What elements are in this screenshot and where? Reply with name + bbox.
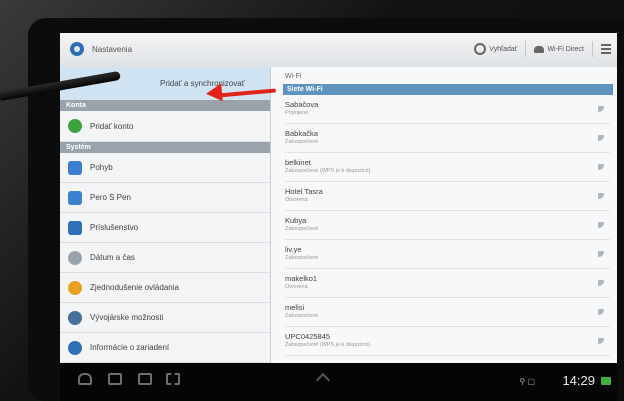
developer-icon (68, 310, 82, 325)
list-item[interactable]: Pohyb (60, 153, 270, 183)
list-item-label: Pridať a synchronizovať (160, 78, 245, 88)
chevron-up-icon[interactable] (315, 372, 331, 388)
network-item[interactable]: melisi Zabezpečené (285, 300, 610, 327)
search-label: Vyhľadať (489, 45, 518, 53)
action-bar: Nastavenia Vyhľadať Wi-Fi Direct (60, 33, 617, 68)
network-name: melisi (285, 303, 305, 312)
divider (592, 41, 593, 57)
network-name: UPC0425845 (285, 332, 331, 341)
network-status: Otvorená (285, 197, 308, 203)
network-status: Zabezpečené (285, 255, 319, 261)
status-icons: ⚲ ▢ (519, 377, 535, 386)
network-status: Pripojené (285, 110, 309, 116)
wifi-signal-icon (598, 338, 604, 344)
network-item[interactable]: Sabačova Pripojené (285, 97, 610, 124)
home-icon[interactable] (108, 373, 122, 385)
network-item[interactable]: UPC0425845 Zabezpečené (WPS je k dispozíc… (285, 329, 610, 356)
network-name: liv.ye (285, 245, 302, 254)
network-item[interactable]: liv.ye Zabezpečené (285, 242, 610, 269)
overflow-menu-icon[interactable] (601, 44, 611, 54)
settings-list: Pridať a synchronizovať Konta Pridať kon… (60, 67, 271, 363)
recent-apps-icon[interactable] (138, 373, 152, 385)
list-item[interactable]: Zjednodušenie ovládania (60, 273, 270, 303)
wifi-direct-icon (534, 45, 545, 53)
list-item-label: Pridať konto (90, 121, 134, 131)
network-name: Sabačova (285, 100, 319, 109)
network-item[interactable]: belkinet Zabezpečené (WPS je k dispozícii… (285, 155, 610, 182)
divider (525, 41, 527, 57)
network-status: Otvorená (285, 284, 308, 290)
spen-icon (68, 190, 82, 205)
wifi-signal-icon (598, 193, 604, 199)
list-item-label: Informácie o zariadení (90, 343, 170, 352)
back-icon[interactable] (78, 373, 92, 385)
network-status: Zabezpečené (285, 313, 319, 319)
wifi-signal-icon (598, 135, 604, 141)
list-item-label: Vývojárske možnosti (90, 313, 164, 322)
network-status: Zabezpečené (285, 139, 319, 145)
network-status: Zabezpečené (WPS je k dispozícii) (285, 168, 371, 174)
network-name: Kubya (285, 216, 307, 225)
settings-app-icon[interactable] (70, 42, 84, 56)
network-name: Hotel Tasra (285, 187, 323, 196)
wifi-signal-icon (598, 309, 604, 315)
list-item-label: Dátum a čas (90, 253, 135, 262)
network-item[interactable]: Kubya Zabezpečené (285, 213, 610, 240)
navigation-bar: ⚲ ▢ 14:29 (60, 363, 617, 401)
network-name: belkinet (285, 158, 311, 167)
wifi-signal-icon (598, 164, 604, 170)
search-icon (474, 43, 487, 55)
list-item[interactable]: Informácie o zariadení (60, 333, 270, 363)
network-name: makelko1 (285, 274, 318, 283)
tablet-screen: Nastavenia Vyhľadať Wi-Fi Direct Pridať … (60, 33, 617, 363)
list-item-label: Pero S Pen (90, 193, 131, 202)
list-item-add-account[interactable]: Pridať konto (60, 111, 270, 142)
wifi-direct-button[interactable]: Wi-Fi Direct (534, 45, 584, 53)
accessory-icon (68, 220, 82, 235)
list-item[interactable]: Pero S Pen (60, 183, 270, 213)
accessibility-icon (68, 280, 82, 295)
section-header-accounts: Konta (60, 100, 270, 111)
clock-icon (68, 250, 82, 265)
list-item-label: Zjednodušenie ovládania (90, 283, 179, 292)
wifi-signal-icon (598, 280, 604, 286)
add-icon (68, 119, 82, 133)
app-title: Nastavenia (92, 45, 133, 54)
list-item-label: Pohyb (90, 163, 113, 172)
clock: 14:29 (562, 373, 595, 388)
wifi-signal-icon (598, 222, 604, 228)
network-status: Zabezpečené (285, 226, 319, 232)
wifi-signal-icon (598, 106, 604, 112)
battery-icon (601, 377, 611, 385)
list-item[interactable]: Príslušenstvo (60, 213, 270, 243)
wifi-networks-header: Siete Wi-Fi (283, 84, 613, 95)
list-item[interactable]: Dátum a čas (60, 243, 270, 273)
wifi-direct-label: Wi-Fi Direct (547, 45, 584, 53)
motion-icon (68, 160, 82, 175)
network-status: Zabezpečené (WPS je k dispozícii) (285, 342, 371, 348)
info-icon (68, 340, 82, 355)
list-item[interactable]: Vývojárske možnosti (60, 303, 270, 333)
network-item[interactable]: Babkačka Zabezpečené (285, 126, 610, 153)
network-item[interactable]: makelko1 Otvorená (285, 271, 610, 298)
action-bar-actions: Vyhľadať Wi-Fi Direct (474, 41, 611, 57)
network-item[interactable]: Hotel Tasra Otvorená (285, 184, 610, 211)
section-header-system: Systém (60, 142, 270, 153)
wifi-panel: Wi-Fi Siete Wi-Fi Sabačova Pripojené Babka… (271, 67, 617, 363)
list-item-label: Príslušenstvo (90, 223, 139, 232)
screenshot-icon[interactable] (166, 373, 180, 385)
search-button[interactable]: Vyhľadať (474, 43, 517, 55)
network-name: Babkačka (285, 129, 318, 138)
red-arrow-head (205, 83, 223, 103)
wifi-signal-icon (598, 251, 604, 257)
wifi-heading: Wi-Fi (285, 73, 302, 80)
